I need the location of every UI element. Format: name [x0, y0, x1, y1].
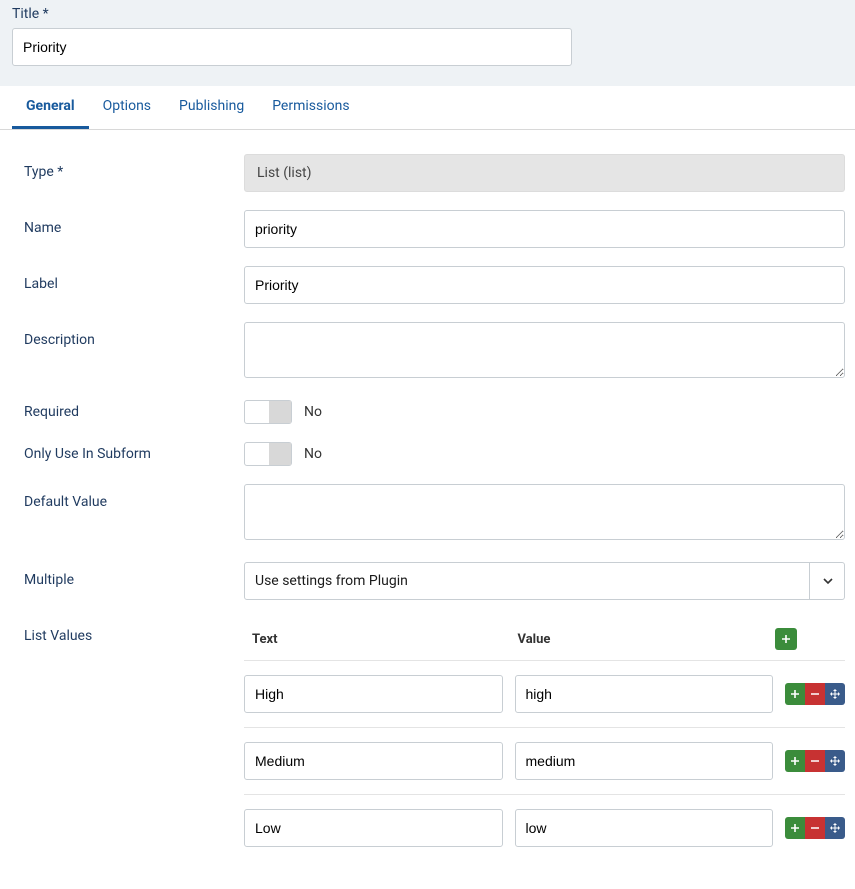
add-row-button[interactable] — [775, 628, 797, 650]
label-default-value: Default Value — [24, 484, 244, 510]
minus-icon — [810, 689, 820, 699]
plus-icon — [781, 634, 791, 644]
label-multiple: Multiple — [24, 562, 244, 588]
row-add-button[interactable] — [785, 817, 805, 839]
list-row — [244, 661, 845, 728]
label-input[interactable] — [244, 266, 845, 304]
move-icon — [830, 823, 840, 833]
title-input[interactable] — [12, 28, 572, 66]
label-list-values: List Values — [24, 618, 244, 644]
list-text-input[interactable] — [244, 675, 503, 713]
move-icon — [830, 756, 840, 766]
default-value-textarea[interactable] — [244, 484, 845, 540]
title-label: Title * — [12, 6, 843, 22]
label-type: Type * — [24, 154, 244, 180]
plus-icon — [790, 823, 800, 833]
label-only-subform: Only Use In Subform — [24, 442, 244, 462]
list-header-value: Value — [510, 632, 776, 647]
label-required: Required — [24, 400, 244, 420]
row-add-button[interactable] — [785, 750, 805, 772]
label-name: Name — [24, 210, 244, 236]
name-input[interactable] — [244, 210, 845, 248]
row-move-button[interactable] — [825, 817, 845, 839]
plus-icon — [790, 756, 800, 766]
row-move-button[interactable] — [825, 750, 845, 772]
minus-icon — [810, 756, 820, 766]
tab-publishing[interactable]: Publishing — [165, 86, 258, 129]
required-toggle[interactable] — [244, 400, 292, 424]
only-subform-value: No — [304, 446, 322, 462]
list-value-input[interactable] — [515, 675, 774, 713]
list-text-input[interactable] — [244, 809, 503, 847]
description-textarea[interactable] — [244, 322, 845, 378]
row-remove-button[interactable] — [805, 683, 825, 705]
multiple-select[interactable]: Use settings from Plugin — [244, 562, 845, 600]
tabs: General Options Publishing Permissions — [0, 86, 855, 130]
tab-permissions[interactable]: Permissions — [258, 86, 363, 129]
only-subform-toggle[interactable] — [244, 442, 292, 466]
multiple-select-value: Use settings from Plugin — [255, 573, 408, 589]
row-move-button[interactable] — [825, 683, 845, 705]
row-add-button[interactable] — [785, 683, 805, 705]
plus-icon — [790, 689, 800, 699]
row-remove-button[interactable] — [805, 750, 825, 772]
list-row — [244, 728, 845, 795]
label-label: Label — [24, 266, 244, 292]
minus-icon — [810, 823, 820, 833]
type-field: List (list) — [244, 154, 845, 192]
tab-options[interactable]: Options — [89, 86, 165, 129]
label-description: Description — [24, 322, 244, 348]
move-icon — [830, 689, 840, 699]
list-header-text: Text — [244, 632, 510, 647]
list-row — [244, 795, 845, 861]
required-value: No — [304, 404, 322, 420]
list-value-input[interactable] — [515, 809, 774, 847]
row-remove-button[interactable] — [805, 817, 825, 839]
tab-general[interactable]: General — [12, 86, 89, 129]
